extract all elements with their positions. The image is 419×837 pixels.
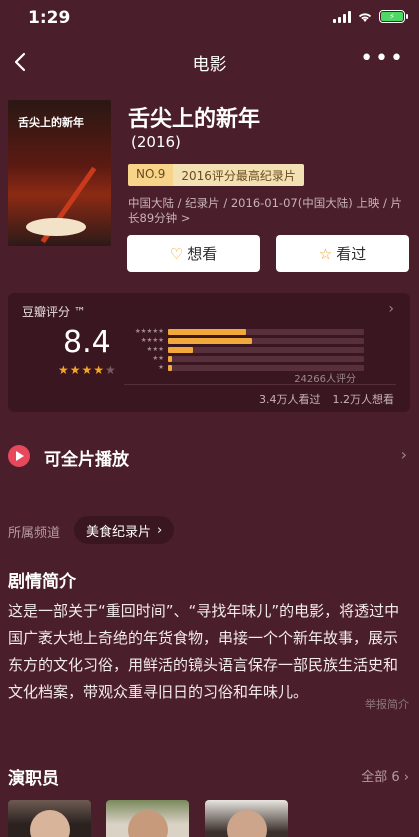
rating-score: 8.4 [63, 325, 111, 360]
rank-number: NO.9 [128, 164, 174, 186]
synopsis-text: 这是一部关于“重回时间”、“寻找年味儿”的电影，将透过中国广袤大地上奇绝的年货食… [8, 602, 400, 701]
cast-face [128, 810, 168, 837]
synopsis-title: 剧情简介 [8, 572, 76, 592]
dist-bar-5 [168, 328, 247, 335]
dist-stars-4: ★★★★ [140, 336, 164, 344]
dist-row-2: ★★ [124, 354, 364, 363]
dist-row-4: ★★★★ [124, 336, 364, 345]
star-outline-icon: ☆ [318, 244, 333, 263]
battery-charging-icon: ⚡ [379, 10, 408, 23]
cast-face [30, 810, 70, 837]
status-bar: 1:29 ⚡ [0, 0, 419, 38]
movie-meta[interactable]: 中国大陆 / 纪录片 / 2016-01-07(中国大陆) 上映 / 片长89分… [128, 196, 408, 226]
play-label: 可全片播放 [44, 450, 129, 470]
rating-count: 24266人评分 [294, 374, 356, 385]
watched-label: 看过 [336, 245, 367, 263]
signal-icon [333, 10, 351, 23]
divider [124, 384, 396, 385]
movie-title: 舌尖上的新年 [128, 107, 261, 132]
rating-footer: 3.4万人看过 1.2万人想看 [259, 391, 394, 407]
wanted-count: 1.2万人想看 [332, 393, 395, 406]
channel-chip-label: 美食纪录片 [86, 524, 152, 540]
cast-photo[interactable] [205, 800, 288, 837]
stars-empty: ★ [105, 363, 117, 377]
chevron-right-icon: › [157, 522, 163, 538]
rating-card[interactable]: 豆瓣评分 ™ › 8.4 ★★★★★ ★★★★★ ★★★★ ★★★ ★★ ★ 2… [8, 293, 410, 412]
nav-bar: 电影 ••• [0, 40, 419, 84]
wifi-icon [358, 12, 372, 22]
dist-row-5: ★★★★★ [124, 327, 364, 336]
page-title: 电影 [192, 55, 227, 75]
chevron-right-icon: › [388, 301, 394, 317]
more-horizontal-icon[interactable]: ••• [360, 46, 405, 71]
cast-all-link[interactable]: 全部 6 › [361, 766, 409, 785]
poster-title: 舌尖上的新年 [18, 116, 84, 129]
dist-stars-2: ★★ [152, 354, 164, 362]
play-circle-icon [8, 445, 30, 467]
cast-face [227, 810, 267, 837]
status-icons: ⚡ [333, 10, 408, 23]
movie-poster[interactable]: 舌尖上的新年 [8, 100, 111, 246]
dist-stars-3: ★★★ [146, 345, 164, 353]
rating-stars: ★★★★★ [58, 363, 117, 377]
rank-text: 2016评分最高纪录片 [173, 164, 304, 186]
stars-filled: ★★★★ [58, 363, 106, 377]
cast-photo[interactable] [106, 800, 189, 837]
watched-count: 3.4万人看过 [259, 393, 321, 406]
watched-button[interactable]: ☆ 看过 [276, 235, 409, 272]
cast-photo[interactable] [8, 800, 91, 837]
poster-bowl [26, 218, 86, 236]
channel-chip[interactable]: 美食纪录片 › [74, 516, 175, 544]
rating-source-label: 豆瓣评分 ™ [22, 305, 86, 319]
dist-bar-3 [168, 346, 194, 353]
channel-label: 所属频道 [8, 526, 61, 541]
dist-bar-4 [168, 337, 253, 344]
heart-plus-icon: ♡ [169, 244, 184, 263]
status-time: 1:29 [28, 8, 71, 28]
rating-distribution: ★★★★★ ★★★★ ★★★ ★★ ★ [124, 327, 364, 372]
dist-row-3: ★★★ [124, 345, 364, 354]
dist-bar-1 [168, 364, 172, 371]
report-synopsis-link[interactable]: 举报简介 [365, 696, 409, 712]
dist-stars-1: ★ [158, 363, 164, 371]
want-to-watch-button[interactable]: ♡ 想看 [127, 235, 260, 272]
cast-title: 演职员 [8, 769, 59, 789]
dist-bar-2 [168, 355, 172, 362]
chevron-right-icon: › [400, 445, 407, 464]
dist-stars-5: ★★★★★ [134, 327, 164, 335]
movie-year: (2016) [131, 133, 181, 151]
rank-badge[interactable]: NO.9 2016评分最高纪录片 [128, 164, 304, 186]
play-full-movie-row[interactable]: 可全片播放 › [0, 437, 419, 477]
want-to-watch-label: 想看 [187, 245, 218, 263]
